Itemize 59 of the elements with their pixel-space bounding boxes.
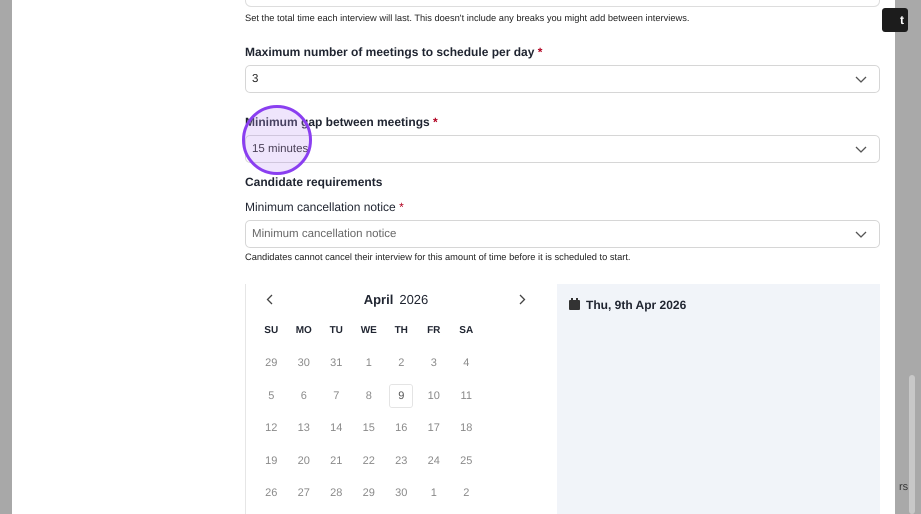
field-label: Maximum number of meetings to schedule per day * [245,45,544,59]
calendar-day[interactable]: 6 [292,384,316,408]
weekday-label: TU [328,325,344,338]
calendar-day[interactable]: 27 [292,481,316,505]
select-field[interactable]: Minimum cancellation notice [245,220,880,248]
calendar-day[interactable]: 8 [356,384,381,408]
calendar-day[interactable]: 2 [389,351,414,375]
calendar-day[interactable]: 28 [324,481,348,505]
calendar-day[interactable]: 5 [259,384,284,408]
background-text: rs [899,481,908,493]
calendar-day[interactable]: 24 [422,448,446,472]
calendar-day[interactable]: 1 [356,351,381,375]
calendar-day[interactable]: 22 [356,448,381,472]
calendar-day[interactable]: 14 [324,416,348,440]
section-heading: Candidate requirements [245,175,384,189]
weekday-label: WE [360,325,378,338]
select-field[interactable]: 15 minutes [245,135,880,163]
help-text: Set the total time each interview will last. This doesn't include any breaks you might add between interviews. [245,13,690,23]
month-title: April 2026 [364,292,428,307]
field-label: Minimum cancellation notice * [245,200,405,214]
calendar-day[interactable]: 4 [454,351,478,375]
calendar-day[interactable]: 23 [389,448,414,472]
select-field[interactable]: 3 [245,65,880,93]
next-month-button[interactable] [518,294,526,305]
calendar-day[interactable]: 2 [454,481,478,505]
weekday-label: SA [458,325,474,338]
calendar-day[interactable]: 7 [324,384,348,408]
weekday-label: SU [263,325,280,338]
previous-month-button[interactable] [266,294,273,305]
calendar-day[interactable]: 10 [422,384,446,408]
calendar-day[interactable]: 18 [454,416,478,440]
chevron-down-icon [855,230,867,238]
weekday-label: MO [294,325,313,338]
calendar-day[interactable]: 12 [259,416,284,440]
calendar-day[interactable]: 16 [389,416,414,440]
calendar-day[interactable]: 30 [389,481,414,505]
chevron-down-icon [855,146,867,152]
calendar-day[interactable]: 9 [389,384,414,408]
calendar-day[interactable]: 15 [356,416,381,440]
calendar-day[interactable]: 29 [259,351,284,375]
calendar-day[interactable]: 13 [292,416,316,440]
calendar-day[interactable]: 25 [454,448,478,472]
calendar-day[interactable]: 21 [324,448,348,472]
calendar-day[interactable]: 17 [422,416,446,440]
calendar-day[interactable]: 26 [259,481,284,505]
calendar-day[interactable]: 3 [422,351,446,375]
weekday-label: TH [394,325,409,338]
selected-date: Thu, 9th Apr 2026 [586,298,686,312]
calendar-day[interactable]: 29 [356,481,381,505]
chevron-down-icon [855,76,867,82]
calendar-day[interactable]: 20 [292,448,316,472]
weekday-label: FR [426,325,442,338]
calendar-day[interactable]: 30 [292,351,316,375]
help-text: Candidates cannot cancel their interview for this amount of time before it is scheduled to start. [245,252,632,262]
calendar-day[interactable]: 31 [324,351,348,375]
calendar-day[interactable]: 1 [422,481,446,505]
calendar-day[interactable]: 11 [454,384,478,408]
calendar-day[interactable]: 19 [259,448,284,472]
calendar-icon [569,298,580,310]
